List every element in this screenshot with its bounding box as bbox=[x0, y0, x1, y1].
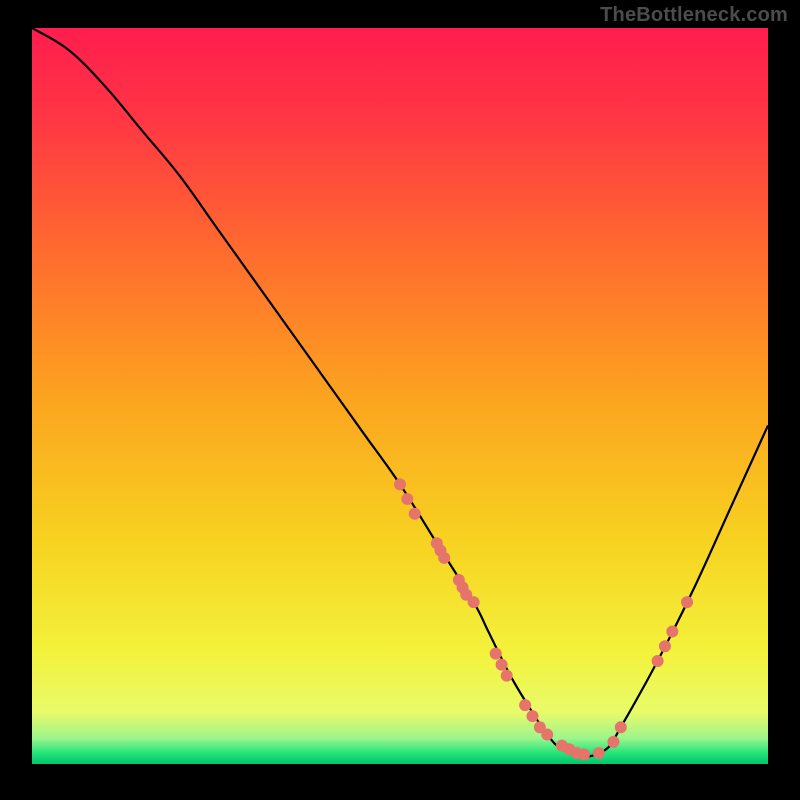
scatter-point bbox=[468, 596, 480, 608]
watermark-label: TheBottleneck.com bbox=[600, 4, 788, 27]
scatter-point bbox=[681, 596, 693, 608]
scatter-point bbox=[652, 655, 664, 667]
chart-container: TheBottleneck.com bbox=[0, 0, 800, 800]
scatter-point bbox=[607, 736, 619, 748]
bottleneck-curve bbox=[32, 28, 768, 757]
scatter-point bbox=[496, 659, 508, 671]
curve-layer bbox=[32, 28, 768, 764]
scatter-point bbox=[409, 508, 421, 520]
scatter-point bbox=[394, 478, 406, 490]
scatter-point bbox=[578, 748, 590, 760]
scatter-point bbox=[615, 721, 627, 733]
scatter-point bbox=[659, 640, 671, 652]
scatter-point bbox=[593, 747, 605, 759]
scatter-points bbox=[394, 478, 693, 760]
scatter-point bbox=[541, 729, 553, 741]
scatter-point bbox=[501, 670, 513, 682]
scatter-point bbox=[401, 493, 413, 505]
scatter-point bbox=[666, 626, 678, 638]
scatter-point bbox=[519, 699, 531, 711]
scatter-point bbox=[526, 710, 538, 722]
scatter-point bbox=[490, 648, 502, 660]
scatter-point bbox=[438, 552, 450, 564]
plot-area bbox=[32, 28, 768, 764]
